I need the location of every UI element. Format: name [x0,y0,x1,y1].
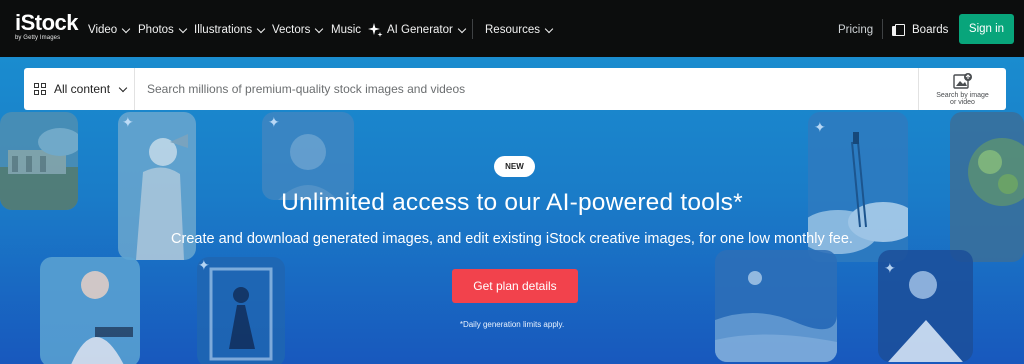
chevron-down-icon [457,24,467,33]
search-input[interactable] [135,68,918,110]
sparkle-icon: ✦ [122,114,134,130]
nav-divider [882,19,883,39]
sparkle-icon: ✦ [198,257,210,273]
top-navigation: iStock by Getty Images Video Photos Illu… [0,0,1024,57]
logo-wordmark: iStock [15,10,79,35]
nav-music[interactable]: Music [331,22,361,38]
chevron-down-icon [118,83,128,92]
generation-limits-disclaimer: *Daily generation limits apply. [459,320,565,329]
sparkle-icon [368,23,383,37]
nav-video-label: Video [88,24,118,36]
background-image-desert-dunes [715,250,837,362]
nav-video[interactable]: Video [88,22,131,38]
nav-pricing[interactable]: Pricing [838,22,873,38]
search-by-image-button[interactable]: Search by image or video [918,68,1006,110]
nav-photos-label: Photos [138,24,174,36]
get-plan-details-button[interactable]: Get plan details [452,269,578,303]
sparkle-icon: ✦ [268,114,280,130]
image-search-icon [952,73,972,89]
nav-ai-generator-label: AI Generator [387,24,453,36]
content-type-label: All content [54,82,111,96]
nav-resources-label: Resources [485,24,540,36]
sparkle-icon: ✦ [814,119,826,135]
nav-resources[interactable]: Resources [485,22,554,38]
nav-vectors-label: Vectors [272,24,311,36]
hero-headline: Unlimited access to our AI-powered tools… [281,189,743,216]
chevron-down-icon [178,24,188,33]
nav-divider [472,19,473,39]
chevron-down-icon [256,24,266,33]
content-type-select[interactable]: All content [24,68,135,110]
background-image-woman-reading [40,257,140,364]
chevron-down-icon [121,24,131,33]
nav-ai-generator[interactable]: AI Generator [367,22,467,38]
sparkle-icon: ✦ [884,260,896,276]
nav-music-label: Music [331,24,362,36]
new-badge: NEW [494,156,535,177]
search-by-image-label: Search by image or video [936,92,989,106]
nav-vectors[interactable]: Vectors [272,22,324,38]
nav-pricing-label: Pricing [838,24,874,36]
nav-boards-label: Boards [912,24,949,36]
nav-boards[interactable]: Boards [892,22,948,38]
boards-icon [892,24,905,36]
nav-photos[interactable]: Photos [138,22,188,38]
istock-logo[interactable]: iStock by Getty Images [15,10,79,44]
chevron-down-icon [544,24,554,33]
sign-in-button[interactable]: Sign in [959,14,1014,44]
background-image-frame-figure [197,257,285,364]
logo-tagline: by Getty Images [15,35,61,41]
grid-icon [34,83,46,95]
nav-illustrations[interactable]: Illustrations [194,22,266,38]
hero-subheadline: Create and download generated images, an… [171,231,853,247]
chevron-down-icon [315,24,324,33]
search-bar: All content Search by image or video [24,68,1006,110]
nav-illustrations-label: Illustrations [194,24,253,36]
